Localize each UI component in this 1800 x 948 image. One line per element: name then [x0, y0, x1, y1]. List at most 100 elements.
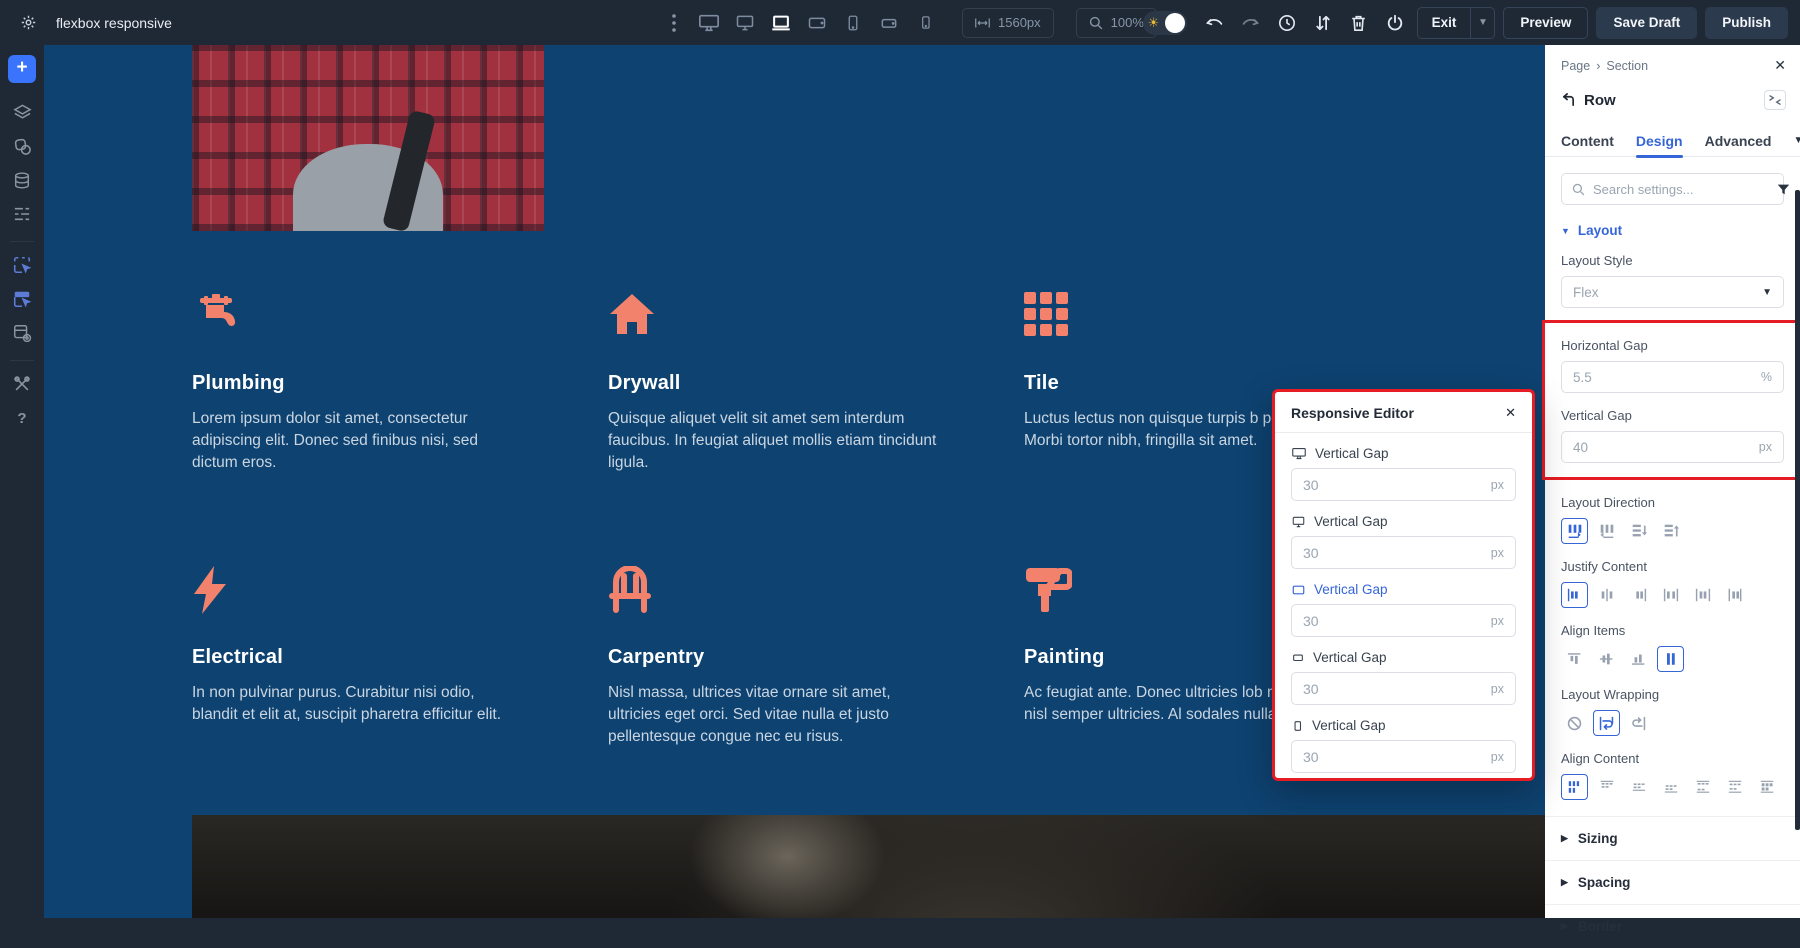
breakpoint-gap-input[interactable]: [1303, 545, 1491, 561]
service-card-plumbing[interactable]: Plumbing Lorem ipsum dolor sit amet, con…: [192, 292, 552, 474]
direction-column-icon[interactable]: [1625, 518, 1652, 544]
undo-icon[interactable]: [1201, 9, 1229, 37]
content-end-icon[interactable]: [1657, 774, 1684, 800]
spacing-section-header[interactable]: ▶ Spacing: [1545, 860, 1800, 904]
panel-close-icon[interactable]: ✕: [1774, 57, 1786, 74]
horizontal-gap-input[interactable]: [1573, 370, 1761, 385]
help-icon[interactable]: ?: [7, 403, 37, 433]
responsive-editor-dialog[interactable]: Responsive Editor ✕ Vertical Gap px Vert…: [1272, 389, 1535, 781]
sizing-section-header[interactable]: ▶ Sizing: [1545, 816, 1800, 860]
service-card-drywall[interactable]: Drywall Quisque aliquet velit sit amet s…: [608, 292, 968, 474]
tab-content[interactable]: Content: [1561, 125, 1614, 157]
vertical-gap-unit[interactable]: px: [1759, 440, 1772, 454]
horizontal-gap-unit[interactable]: %: [1761, 370, 1772, 384]
import-export-icon[interactable]: [1309, 9, 1337, 37]
border-section-header[interactable]: ▶ Border: [1545, 904, 1800, 948]
justify-end-icon[interactable]: [1625, 582, 1652, 608]
breakpoint-tablet-landscape-button[interactable]: [802, 8, 832, 38]
breakpoint-gap-unit[interactable]: px: [1491, 750, 1504, 764]
justify-space-around-icon[interactable]: [1689, 582, 1716, 608]
breakpoint-phone-landscape-button[interactable]: [874, 8, 904, 38]
service-card-electrical[interactable]: Electrical In non pulvinar purus. Curabi…: [192, 566, 552, 748]
justify-start-icon[interactable]: [1561, 582, 1588, 608]
redo-icon[interactable]: [1237, 9, 1265, 37]
breakpoint-gap-unit[interactable]: px: [1491, 682, 1504, 696]
direction-row-reverse-icon[interactable]: [1593, 518, 1620, 544]
responsive-editor-header: Responsive Editor ✕: [1275, 392, 1532, 433]
publish-button[interactable]: Publish: [1705, 7, 1788, 39]
preview-button[interactable]: Preview: [1503, 7, 1588, 39]
text-content-icon[interactable]: [7, 199, 37, 229]
breakpoint-gap-input[interactable]: [1303, 681, 1491, 697]
content-center-icon[interactable]: [1625, 774, 1652, 800]
search-input[interactable]: [1593, 182, 1769, 197]
settings-panel: Page › Section ✕ Row Content Design Adva…: [1545, 45, 1800, 918]
power-icon[interactable]: [1381, 9, 1409, 37]
service-card-carpentry[interactable]: Carpentry Nisl massa, ultrices vitae orn…: [608, 566, 968, 748]
tools-icon[interactable]: [7, 369, 37, 399]
exit-button[interactable]: Exit ▼: [1417, 7, 1496, 39]
breakpoint-gap-unit[interactable]: px: [1491, 614, 1504, 628]
element-selector-icon[interactable]: [7, 250, 37, 280]
breadcrumb-page[interactable]: Page: [1561, 59, 1590, 73]
breakpoint-gap-input[interactable]: [1303, 477, 1491, 493]
content-space-around-icon[interactable]: [1721, 774, 1748, 800]
wrap-icon[interactable]: [1593, 710, 1620, 736]
breakpoint-desktop-button[interactable]: [730, 8, 760, 38]
justify-center-icon[interactable]: [1593, 582, 1620, 608]
design-presets-icon[interactable]: [7, 131, 37, 161]
justify-space-between-icon[interactable]: [1657, 582, 1684, 608]
justify-space-evenly-icon[interactable]: [1721, 582, 1748, 608]
trash-icon[interactable]: [1345, 9, 1373, 37]
direction-column-reverse-icon[interactable]: [1657, 518, 1684, 544]
content-space-between-icon[interactable]: [1689, 774, 1716, 800]
align-end-icon[interactable]: [1625, 646, 1652, 672]
breakpoint-phone-portrait-button[interactable]: [910, 8, 940, 38]
breakpoint-laptop-button[interactable]: [766, 8, 796, 38]
breakpoint-gap-input[interactable]: [1303, 613, 1491, 629]
settings-gear-icon[interactable]: [14, 9, 42, 37]
breakpoint-desktop-xl-button[interactable]: [694, 8, 724, 38]
align-start-icon[interactable]: [1561, 646, 1588, 672]
filter-icon[interactable]: [1777, 183, 1790, 196]
back-arrow-icon[interactable]: [1561, 93, 1576, 107]
theme-toggle[interactable]: ☀: [1143, 11, 1187, 35]
breadcrumb-section[interactable]: Section: [1606, 59, 1648, 73]
select-caret-icon: ▼: [1762, 287, 1772, 298]
breakpoint-gap-unit[interactable]: px: [1491, 546, 1504, 560]
tab-advanced[interactable]: Advanced: [1705, 125, 1772, 157]
tabs-caret-icon[interactable]: ▼: [1794, 135, 1800, 146]
more-options-icon[interactable]: [660, 9, 688, 37]
align-center-icon[interactable]: [1593, 646, 1620, 672]
save-draft-button[interactable]: Save Draft: [1596, 7, 1697, 39]
tab-design[interactable]: Design: [1636, 125, 1683, 157]
panel-scrollbar[interactable]: [1795, 190, 1800, 830]
responsive-editor-close-icon[interactable]: ✕: [1505, 405, 1516, 421]
vertical-gap-input[interactable]: [1573, 440, 1759, 455]
hero-photo-plaid-shirt: [192, 45, 544, 231]
breakpoint-tablet-portrait-button[interactable]: [838, 8, 868, 38]
direction-row-icon[interactable]: [1561, 518, 1588, 544]
settings-search[interactable]: [1561, 173, 1784, 205]
layers-icon[interactable]: [7, 97, 37, 127]
content-top-icon[interactable]: [1593, 774, 1620, 800]
wrap-reverse-icon[interactable]: [1625, 710, 1652, 736]
database-icon[interactable]: [7, 165, 37, 195]
gap-fields-highlight: Horizontal Gap % Vertical Gap px: [1542, 320, 1800, 480]
nowrap-icon[interactable]: [1561, 710, 1588, 736]
breakpoint-gap-unit[interactable]: px: [1491, 478, 1504, 492]
add-element-button[interactable]: +: [8, 55, 36, 83]
history-icon[interactable]: [1273, 9, 1301, 37]
widget-settings-icon[interactable]: [7, 318, 37, 348]
breakpoint-gap-input[interactable]: [1303, 749, 1491, 765]
element-selector-active-icon[interactable]: [7, 284, 37, 314]
panel-expand-icon[interactable]: [1764, 90, 1786, 110]
exit-caret-icon[interactable]: ▼: [1470, 8, 1494, 38]
content-start-icon[interactable]: [1561, 774, 1588, 800]
search-icon: [1572, 183, 1585, 196]
layout-section-header[interactable]: ▼ Layout: [1561, 223, 1784, 238]
viewport-width-field[interactable]: 1560px: [962, 8, 1054, 38]
layout-style-select[interactable]: Flex ▼: [1561, 276, 1784, 308]
align-stretch-icon[interactable]: [1657, 646, 1684, 672]
content-stretch-icon[interactable]: [1753, 774, 1780, 800]
